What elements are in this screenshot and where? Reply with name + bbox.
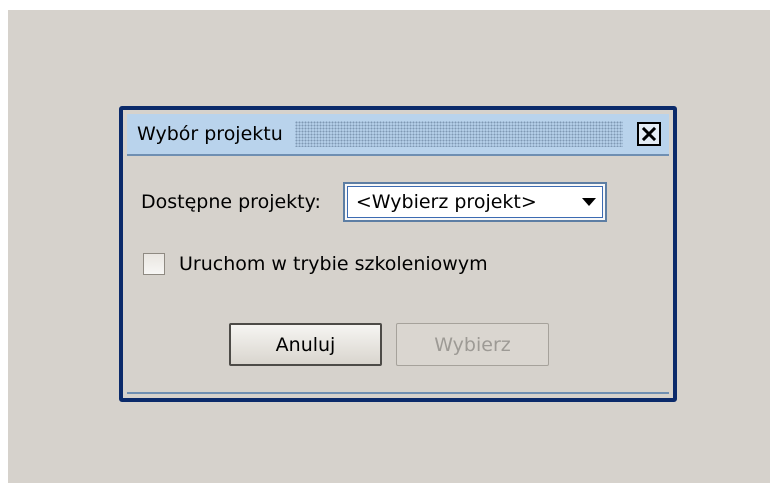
- training-mode-checkbox[interactable]: [143, 253, 165, 275]
- project-selection-dialog: Wybór projektu Dostępne projekty: <Wybie…: [119, 106, 677, 402]
- dialog-title: Wybór projektu: [137, 123, 283, 145]
- dialog-titlebar[interactable]: Wybór projektu: [127, 114, 669, 156]
- training-mode-label[interactable]: Uruchom w trybie szkoleniowym: [179, 253, 488, 275]
- close-button[interactable]: [637, 122, 661, 146]
- projects-dropdown[interactable]: <Wybierz projekt>: [342, 182, 607, 222]
- dialog-buttons: Anuluj Wybierz: [229, 323, 549, 366]
- projects-dropdown-field[interactable]: <Wybierz projekt>: [346, 186, 603, 218]
- projects-row: Dostępne projekty: <Wybierz projekt>: [141, 182, 607, 222]
- projects-label: Dostępne projekty:: [141, 191, 321, 213]
- training-mode-row[interactable]: Uruchom w trybie szkoleniowym: [143, 253, 488, 275]
- titlebar-drag-grip[interactable]: [294, 121, 623, 147]
- desktop-background: Wybór projektu Dostępne projekty: <Wybie…: [8, 10, 770, 483]
- close-icon: [641, 126, 657, 142]
- projects-dropdown-value: <Wybierz projekt>: [355, 191, 537, 213]
- dialog-bottom-divider: [127, 392, 669, 394]
- cancel-button[interactable]: Anuluj: [229, 323, 382, 366]
- select-button[interactable]: Wybierz: [396, 323, 549, 366]
- chevron-down-icon[interactable]: [581, 197, 596, 207]
